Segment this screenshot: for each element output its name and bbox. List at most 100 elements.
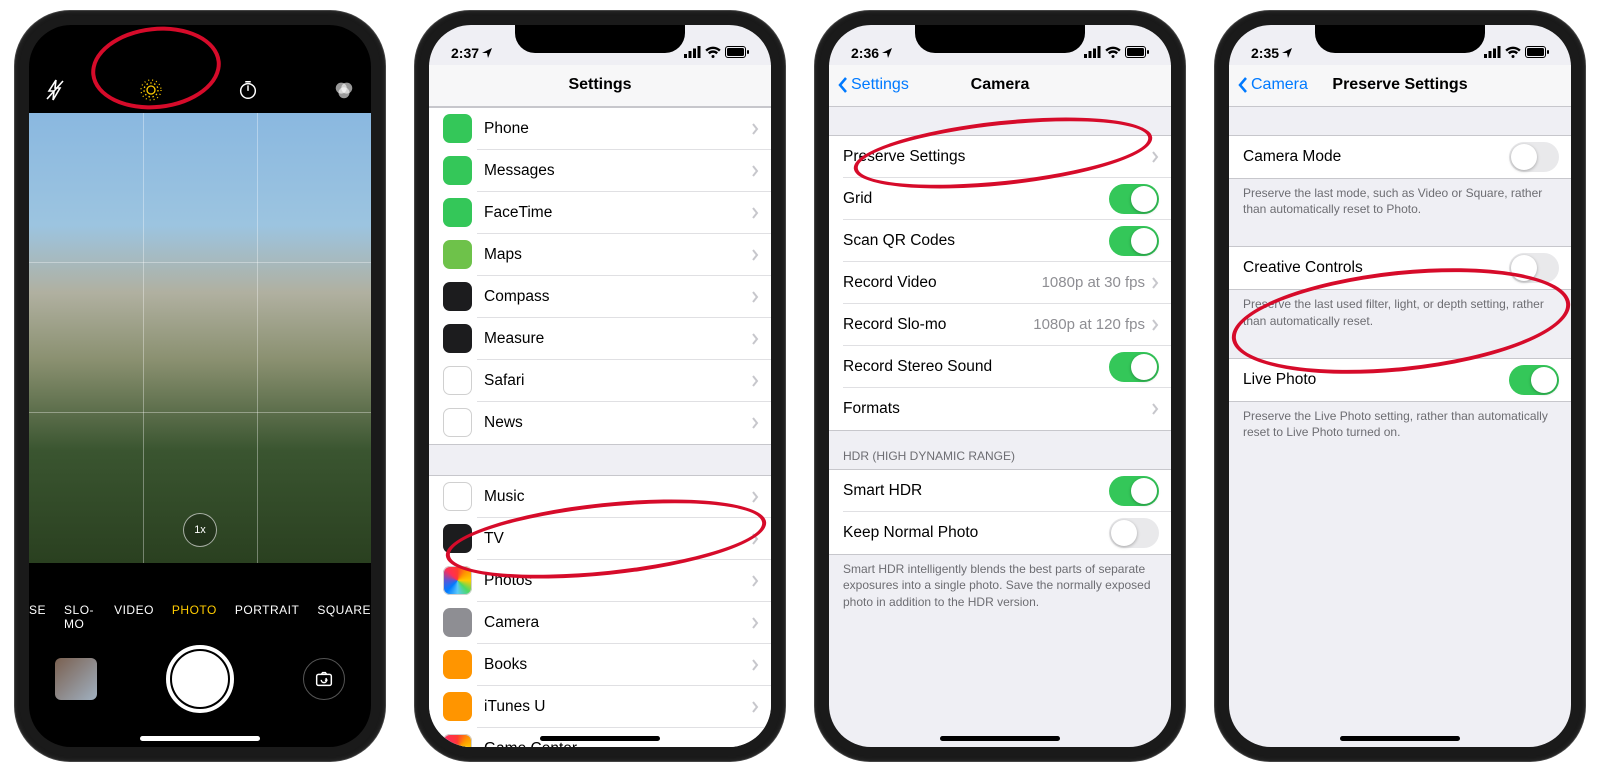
settings-row-measure[interactable]: Measure bbox=[429, 318, 771, 360]
timer-icon[interactable] bbox=[237, 79, 259, 106]
row-label: Record Video bbox=[843, 274, 1042, 292]
row-footer: Preserve the last used filter, light, or… bbox=[1229, 290, 1571, 330]
mode-slomo[interactable]: SLO-MO bbox=[64, 603, 96, 631]
row-record-stereo-sound[interactable]: Record Stereo Sound bbox=[829, 346, 1171, 388]
last-photo-thumbnail[interactable] bbox=[55, 658, 97, 700]
signal-icon bbox=[684, 45, 701, 61]
settings-row-maps[interactable]: Maps bbox=[429, 234, 771, 276]
row-label: Camera Mode bbox=[1243, 148, 1509, 166]
status-time: 2:35 bbox=[1251, 45, 1279, 61]
row-label: Keep Normal Photo bbox=[843, 524, 1109, 542]
wifi-icon bbox=[1505, 45, 1521, 61]
settings-row-safari[interactable]: Safari bbox=[429, 360, 771, 402]
mode-photo[interactable]: PHOTO bbox=[172, 603, 217, 631]
chevron-right-icon bbox=[1151, 277, 1159, 289]
row-formats[interactable]: Formats bbox=[829, 388, 1171, 430]
mode-square[interactable]: SQUARE bbox=[317, 603, 371, 631]
mode-se[interactable]: SE bbox=[29, 603, 46, 631]
notch bbox=[1315, 25, 1485, 53]
settings-row-facetime[interactable]: FaceTime bbox=[429, 192, 771, 234]
camera-viewfinder[interactable]: 1x bbox=[29, 113, 371, 563]
home-indicator[interactable] bbox=[1340, 736, 1460, 741]
row-label: TV bbox=[484, 530, 751, 548]
row-label: Formats bbox=[843, 400, 1151, 418]
row-record-slo-mo[interactable]: Record Slo-mo1080p at 120 fps bbox=[829, 304, 1171, 346]
chevron-right-icon bbox=[751, 575, 759, 587]
row-keep-normal-photo[interactable]: Keep Normal Photo bbox=[829, 512, 1171, 554]
settings-row-tv[interactable]: TV bbox=[429, 518, 771, 560]
notch bbox=[915, 25, 1085, 53]
home-indicator[interactable] bbox=[540, 736, 660, 741]
app-icon bbox=[443, 156, 472, 185]
row-label: Camera bbox=[484, 614, 751, 632]
camera-top-bar bbox=[29, 65, 371, 121]
phone-camera-settings: 2:36 Settings Camera Preserve Settings G… bbox=[815, 11, 1185, 761]
row-scan-qr-codes[interactable]: Scan QR Codes bbox=[829, 220, 1171, 262]
settings-list-1: Phone Messages FaceTime Maps Compass Mea… bbox=[429, 107, 771, 445]
live-photo-icon[interactable] bbox=[139, 78, 163, 107]
status-time: 2:36 bbox=[851, 45, 879, 61]
zoom-button[interactable]: 1x bbox=[183, 513, 217, 547]
chevron-right-icon bbox=[751, 123, 759, 135]
back-label: Camera bbox=[1251, 76, 1308, 94]
mode-video[interactable]: VIDEO bbox=[114, 603, 154, 631]
location-icon bbox=[882, 45, 892, 61]
settings-row-itunes-u[interactable]: iTunes U bbox=[429, 686, 771, 728]
hdr-settings-list: Smart HDR Keep Normal Photo bbox=[829, 469, 1171, 555]
row-smart-hdr[interactable]: Smart HDR bbox=[829, 470, 1171, 512]
chevron-right-icon bbox=[1151, 151, 1159, 163]
settings-row-photos[interactable]: Photos bbox=[429, 560, 771, 602]
shutter-button[interactable] bbox=[166, 645, 234, 713]
battery-icon bbox=[1125, 45, 1149, 61]
settings-row-phone[interactable]: Phone bbox=[429, 108, 771, 150]
toggle-switch[interactable] bbox=[1509, 142, 1559, 172]
row-grid[interactable]: Grid bbox=[829, 178, 1171, 220]
chevron-right-icon bbox=[751, 701, 759, 713]
page-title: Camera bbox=[971, 76, 1030, 94]
hdr-footer: Smart HDR intelligently blends the best … bbox=[829, 555, 1171, 611]
settings-row-compass[interactable]: Compass bbox=[429, 276, 771, 318]
settings-row-books[interactable]: Books bbox=[429, 644, 771, 686]
toggle-switch[interactable] bbox=[1109, 184, 1159, 214]
flash-icon[interactable] bbox=[45, 79, 65, 106]
back-button[interactable]: Settings bbox=[837, 76, 909, 94]
nav-header: Settings bbox=[429, 65, 771, 107]
row-live-photo[interactable]: Live Photo bbox=[1229, 359, 1571, 401]
toggle-switch[interactable] bbox=[1109, 476, 1159, 506]
row-footer: Preserve the Live Photo setting, rather … bbox=[1229, 402, 1571, 442]
app-icon bbox=[443, 650, 472, 679]
wifi-icon bbox=[705, 45, 721, 61]
row-detail: 1080p at 30 fps bbox=[1042, 274, 1145, 291]
row-label: News bbox=[484, 414, 751, 432]
toggle-switch[interactable] bbox=[1509, 253, 1559, 283]
chevron-right-icon bbox=[751, 165, 759, 177]
camera-flip-button[interactable] bbox=[303, 658, 345, 700]
settings-row-news[interactable]: News bbox=[429, 402, 771, 444]
notch bbox=[115, 25, 285, 53]
row-creative-controls[interactable]: Creative Controls bbox=[1229, 247, 1571, 289]
toggle-switch[interactable] bbox=[1109, 226, 1159, 256]
toggle-switch[interactable] bbox=[1109, 352, 1159, 382]
mode-portrait[interactable]: PORTRAIT bbox=[235, 603, 299, 631]
camera-mode-row[interactable]: SE SLO-MO VIDEO PHOTO PORTRAIT SQUARE bbox=[29, 603, 371, 631]
settings-row-music[interactable]: Music bbox=[429, 476, 771, 518]
signal-icon bbox=[1084, 45, 1101, 61]
toggle-switch[interactable] bbox=[1109, 518, 1159, 548]
row-label: Game Center bbox=[484, 740, 751, 747]
row-camera-mode[interactable]: Camera Mode bbox=[1229, 136, 1571, 178]
group-label-hdr: HDR (HIGH DYNAMIC RANGE) bbox=[829, 431, 1171, 469]
chevron-right-icon bbox=[751, 375, 759, 387]
home-indicator[interactable] bbox=[940, 736, 1060, 741]
chevron-right-icon bbox=[751, 617, 759, 629]
location-icon bbox=[1282, 45, 1292, 61]
row-label: Safari bbox=[484, 372, 751, 390]
settings-row-messages[interactable]: Messages bbox=[429, 150, 771, 192]
filters-icon[interactable] bbox=[333, 79, 355, 106]
back-button[interactable]: Camera bbox=[1237, 76, 1308, 94]
home-indicator[interactable] bbox=[140, 736, 260, 741]
row-record-video[interactable]: Record Video1080p at 30 fps bbox=[829, 262, 1171, 304]
settings-row-camera[interactable]: Camera bbox=[429, 602, 771, 644]
row-label: Live Photo bbox=[1243, 371, 1509, 389]
row-preserve-settings[interactable]: Preserve Settings bbox=[829, 136, 1171, 178]
toggle-switch[interactable] bbox=[1509, 365, 1559, 395]
